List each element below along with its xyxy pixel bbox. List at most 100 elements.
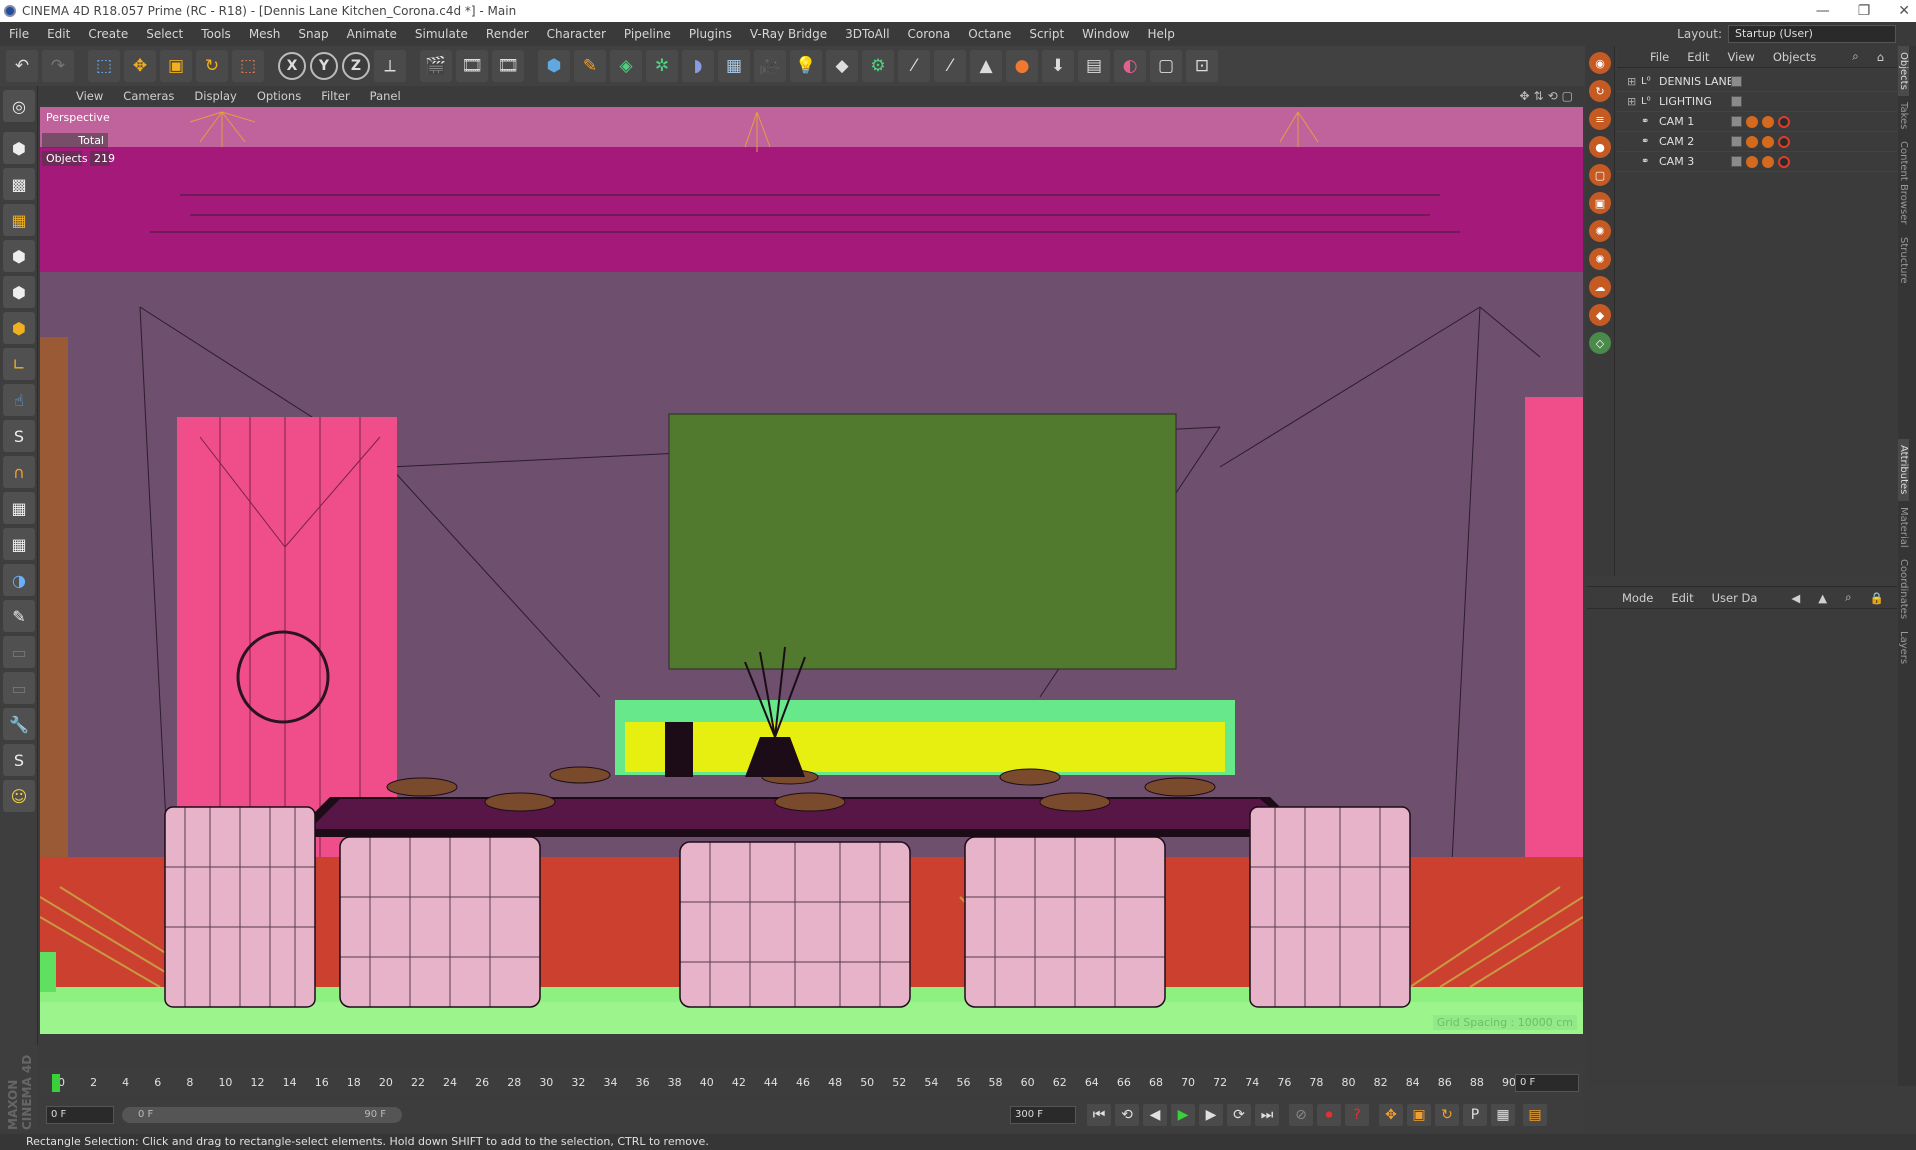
tab-material[interactable]: Material (1898, 501, 1909, 554)
paint-icon[interactable]: ✎ (3, 600, 35, 632)
menu-pipeline[interactable]: Pipeline (615, 22, 680, 46)
import-icon[interactable]: ⬇ (1042, 50, 1074, 82)
tab-structure[interactable]: Structure (1898, 231, 1909, 290)
scale-icon[interactable]: ▣ (160, 50, 192, 82)
autokey-icon[interactable]: ⏺ (1317, 1104, 1341, 1126)
material-icon[interactable]: ◆ (1589, 304, 1611, 326)
menu-3dtoall[interactable]: 3DToAll (836, 22, 898, 46)
objects-menu-file[interactable]: File (1641, 50, 1678, 64)
current-frame-field[interactable]: 0 F (1515, 1074, 1579, 1092)
objects-menu-edit[interactable]: Edit (1678, 50, 1718, 64)
close-button[interactable]: ✕ (1898, 3, 1910, 19)
previous-key-icon[interactable]: ⟲ (1115, 1104, 1139, 1126)
picture-viewer-icon[interactable]: ▢ (1150, 50, 1182, 82)
menu-window[interactable]: Window (1073, 22, 1138, 46)
octane-settings-icon[interactable]: ▤ (1078, 50, 1110, 82)
disabled-tag-icon[interactable] (1778, 155, 1790, 168)
object-row-lighting[interactable]: ⊞ L⁰ LIGHTING (1617, 92, 1897, 112)
plugin-icon[interactable]: ☺ (3, 780, 35, 812)
lock-icon[interactable]: 🔒 (1861, 591, 1893, 605)
object-row-cam2[interactable]: ⚭ CAM 2 (1617, 132, 1897, 152)
attributes-menu-mode[interactable]: Mode (1613, 591, 1662, 605)
editor-visibility-toggle[interactable] (1731, 76, 1742, 87)
object-name[interactable]: CAM 2 (1659, 135, 1694, 148)
timeline-ruler[interactable]: 0 2 4 6 8 10 12 14 16 18 20 22 24 26 28 30 32 34 36 38 40 42 4… (40, 1070, 1583, 1096)
play-icon[interactable]: ▶ (1171, 1104, 1195, 1126)
viewport-menu-display[interactable]: Display (184, 89, 246, 103)
camera-icon[interactable]: ▣ (1589, 192, 1611, 214)
viewport-menu-cameras[interactable]: Cameras (113, 89, 184, 103)
viewport-menu-view[interactable]: View (66, 89, 113, 103)
editor-visibility-toggle[interactable] (1731, 96, 1742, 107)
menu-tools[interactable]: Tools (192, 22, 240, 46)
z-axis-lock-icon[interactable]: Z (342, 52, 370, 80)
light-icon[interactable]: 💡 (790, 50, 822, 82)
tweak-icon[interactable]: ☝ (3, 384, 35, 416)
bucket-icon[interactable]: ◉ (1589, 52, 1611, 74)
menu-help[interactable]: Help (1138, 22, 1183, 46)
menu-animate[interactable]: Animate (338, 22, 406, 46)
x-axis-lock-icon[interactable]: X (278, 52, 306, 80)
object-name[interactable]: DENNIS LANE (1659, 75, 1734, 88)
camera-tag-icon[interactable] (1746, 155, 1758, 168)
coordinate-system-icon[interactable]: ⟂ (374, 50, 406, 82)
record-keys-icon[interactable]: ⊘ (1289, 1104, 1313, 1126)
ruler-icon[interactable]: ▭ (3, 636, 35, 668)
previous-frame-icon[interactable]: ◀ (1143, 1104, 1167, 1126)
solo-icon[interactable]: S (3, 420, 35, 452)
xref-icon[interactable]: ◆ (826, 50, 858, 82)
proxy-icon[interactable]: ◇ (1589, 332, 1611, 354)
viewport-menu-panel[interactable]: Panel (360, 89, 411, 103)
layout-dropdown[interactable]: Startup (User) (1728, 25, 1896, 43)
triangulate-icon[interactable]: ▲ (970, 50, 1002, 82)
go-to-start-icon[interactable]: ⏮ (1087, 1104, 1111, 1126)
editor-visibility-toggle[interactable] (1731, 115, 1742, 127)
y-axis-lock-icon[interactable]: Y (310, 52, 338, 80)
tab-objects[interactable]: Objects (1898, 46, 1909, 96)
menu-corona[interactable]: Corona (899, 22, 960, 46)
sync-icon[interactable]: ↻ (1589, 80, 1611, 102)
make-editable-icon[interactable]: ◎ (3, 90, 35, 122)
home-icon[interactable]: ⌂ (1868, 50, 1893, 64)
expand-icon[interactable]: ⊞ (1627, 75, 1637, 88)
subdivision-surface-icon[interactable]: ◈ (610, 50, 642, 82)
objects-menu-view[interactable]: View (1719, 50, 1764, 64)
move-icon[interactable]: ✥ (124, 50, 156, 82)
redo-icon[interactable]: ↷ (42, 50, 74, 82)
polygons-mode-icon[interactable]: ⬢ (3, 312, 35, 344)
menu-plugins[interactable]: Plugins (680, 22, 741, 46)
up-arrow-icon[interactable]: ▲ (1809, 591, 1836, 605)
object-name[interactable]: CAM 1 (1659, 115, 1694, 128)
camera-tag-icon[interactable] (1746, 115, 1758, 128)
tab-layers[interactable]: Layers (1898, 625, 1909, 670)
objects-menu-objects[interactable]: Objects (1764, 50, 1825, 64)
cloner-icon[interactable]: ✲ (646, 50, 678, 82)
menu-snap[interactable]: Snap (289, 22, 337, 46)
axis-mode-icon[interactable]: ∟ (3, 348, 35, 380)
planar-workplane-icon[interactable]: ▦ (3, 528, 35, 560)
editor-visibility-toggle[interactable] (1731, 135, 1742, 147)
disabled-tag-icon[interactable] (1778, 135, 1790, 148)
keyframe-selection-icon[interactable]: ? (1345, 1104, 1369, 1126)
object-name[interactable]: LIGHTING (1659, 95, 1712, 108)
tab-attributes[interactable]: Attributes (1898, 439, 1909, 501)
render-to-picture-viewer-icon[interactable]: 🎞 (456, 50, 488, 82)
search-icon[interactable]: ⌕ (1843, 49, 1867, 64)
camera-tag-icon[interactable] (1746, 135, 1758, 148)
next-frame-icon[interactable]: ▶ (1199, 1104, 1223, 1126)
perspective-viewport[interactable]: Perspective Total Objects 219 Grid Spaci… (40, 107, 1583, 1034)
menu-create[interactable]: Create (79, 22, 137, 46)
menu-select[interactable]: Select (137, 22, 192, 46)
start-frame-field[interactable]: 0 F (46, 1106, 114, 1124)
menu-mesh[interactable]: Mesh (240, 22, 290, 46)
end-frame-field[interactable]: 300 F (1010, 1106, 1076, 1124)
key-scale-icon[interactable]: ▣ (1407, 1104, 1431, 1126)
undo-icon[interactable]: ↶ (6, 50, 38, 82)
floor-icon[interactable]: ▦ (718, 50, 750, 82)
edges-mode-icon[interactable]: ⬢ (3, 276, 35, 308)
guide-icon[interactable]: ▭ (3, 672, 35, 704)
workplane-lock-icon[interactable]: ▦ (3, 492, 35, 524)
tab-takes[interactable]: Takes (1898, 96, 1909, 135)
recent-tools-icon[interactable]: ⬚ (232, 50, 264, 82)
tab-coordinates[interactable]: Coordinates (1898, 553, 1909, 625)
